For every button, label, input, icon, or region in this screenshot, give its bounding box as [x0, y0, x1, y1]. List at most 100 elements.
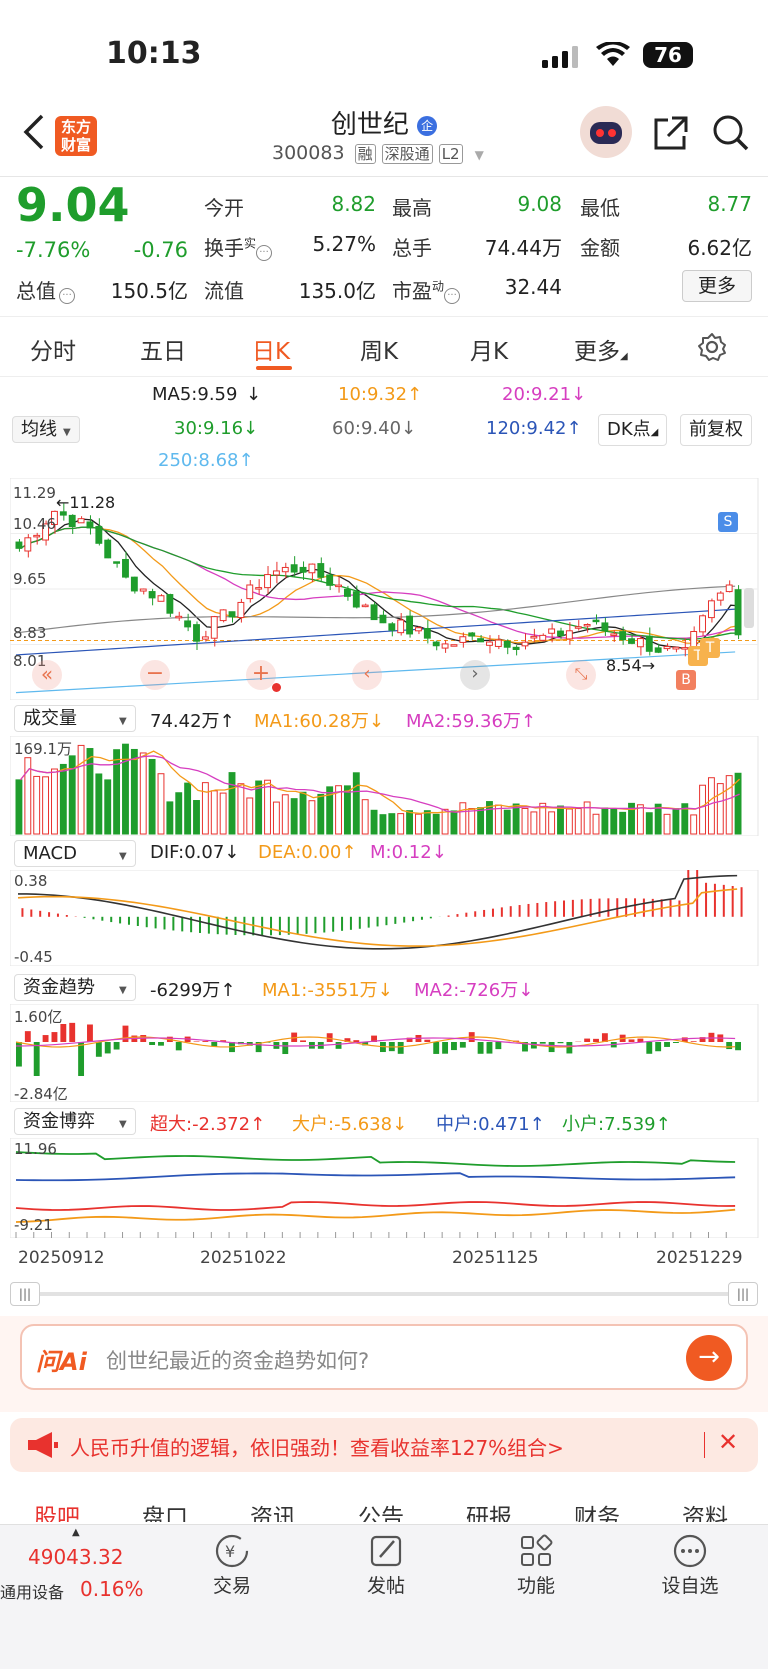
volume-bar — [672, 808, 680, 835]
sub-tab-profile[interactable]: 资料 — [682, 1498, 728, 1522]
nav-functions[interactable]: 功能 — [476, 1531, 596, 1598]
info-icon[interactable]: ··· — [444, 288, 461, 304]
info-icon[interactable]: ··· — [59, 288, 75, 304]
header: 东方 财富 创世纪 企 300083 融 深股通 L2 ▼ — [0, 100, 768, 176]
right-icon[interactable]: › — [460, 660, 490, 690]
volume-bar — [281, 794, 289, 835]
volume-bar — [645, 812, 653, 835]
scroll-handle[interactable] — [744, 588, 754, 628]
fund-bar — [149, 1042, 156, 1045]
banner-divider — [704, 1432, 705, 1458]
sub-tab-research[interactable]: 研报 — [466, 1498, 512, 1522]
tab-daily-k[interactable]: 日K — [252, 332, 290, 366]
turnover-value: 5.27% — [312, 232, 376, 256]
tag-connect: 深股通 — [381, 144, 433, 164]
sub-tab-announcements[interactable]: 公告 — [358, 1498, 404, 1522]
date-axis-2: 20251125 — [452, 1248, 539, 1268]
range-handle-right[interactable]: ||| — [728, 1282, 758, 1306]
volume-bar — [95, 773, 103, 835]
candle-body — [184, 620, 192, 628]
status-time: 10:13 — [106, 36, 202, 71]
tabs-divider — [0, 376, 768, 377]
fund-game-dropdown[interactable]: 资金博弈 ▼ — [14, 1108, 136, 1135]
candle-body — [406, 615, 414, 635]
tab-weekly-k[interactable]: 周K — [360, 332, 398, 366]
zoom-out-icon[interactable]: − — [140, 660, 170, 690]
sub-tab-orderbook[interactable]: 盘口 — [142, 1498, 188, 1522]
pe-label: 市盈动··· — [392, 275, 461, 304]
ma-dropdown[interactable]: 均线 ▼ — [12, 416, 80, 443]
change-value: -0.76 — [133, 238, 188, 262]
candle-body — [201, 636, 209, 640]
more-button[interactable]: 更多 — [682, 270, 752, 302]
volume-bar — [663, 813, 671, 835]
sell-signal-icon[interactable]: S — [718, 512, 738, 532]
fund-trend-dropdown[interactable]: 资金趋势 ▼ — [14, 974, 136, 1001]
candle-body — [175, 615, 183, 619]
nav-add-watchlist[interactable]: 设自选 — [630, 1531, 750, 1598]
fund-bar — [451, 1042, 457, 1051]
sub-tab-forum[interactable]: 股吧 — [34, 1498, 80, 1522]
candle-body — [237, 601, 245, 619]
candle-body — [503, 640, 511, 648]
range-slider[interactable]: ||| ||| — [10, 1280, 758, 1308]
tab-five-day[interactable]: 五日 — [140, 332, 186, 366]
candle-body — [699, 615, 706, 633]
settings-gear-icon[interactable] — [697, 332, 727, 366]
low-price-marker: 8.54→ — [606, 656, 656, 675]
macd-dropdown[interactable]: MACD ▼ — [14, 840, 136, 867]
fullscreen-icon[interactable]: ⤡ — [566, 660, 596, 690]
stock-code-row[interactable]: 300083 融 深股通 L2 ▼ — [272, 142, 484, 164]
volume-bar — [201, 782, 209, 835]
left-icon[interactable]: ‹ — [352, 660, 382, 690]
volume-bar — [308, 800, 316, 835]
macd-ymin: -0.45 — [14, 948, 53, 966]
fund-bar — [424, 1039, 431, 1042]
volume-bar — [423, 810, 431, 835]
index-change: 0.16% — [80, 1577, 144, 1601]
tag-margin: 融 — [354, 144, 376, 164]
ai-submit-arrow-icon[interactable]: → — [686, 1335, 732, 1381]
fund-trend-ymax: 1.60亿 — [14, 1008, 63, 1026]
candle-body — [122, 558, 129, 578]
nav-post[interactable]: 发帖 — [326, 1531, 446, 1598]
close-icon[interactable]: ✕ — [718, 1428, 738, 1456]
tab-more[interactable]: 更多◢ — [574, 332, 628, 366]
sub-tab-financials[interactable]: 财务 — [574, 1498, 620, 1522]
period-tabs: 分时 五日 日K 周K 月K 更多◢ — [0, 318, 768, 374]
robot-avatar-icon[interactable] — [580, 106, 632, 158]
price-adjust-button[interactable]: 前复权 — [680, 414, 752, 446]
kline-ylabel-3: 8.83 — [13, 624, 47, 642]
candle-body — [716, 592, 724, 601]
candle-body — [352, 591, 360, 608]
edit-icon — [326, 1531, 446, 1571]
sub-tab-news[interactable]: 资讯 — [250, 1498, 296, 1522]
index-value[interactable]: 49043.32 — [28, 1545, 123, 1569]
ai-input[interactable]: 问Ai 创世纪最近的资金趋势如何? → — [20, 1324, 748, 1390]
search-icon[interactable] — [712, 114, 750, 156]
fund-game-large: 大户:-5.638↓ — [292, 1114, 408, 1135]
volume-bar — [477, 807, 485, 835]
fund-bar — [158, 1042, 164, 1046]
fund-bar — [664, 1042, 670, 1047]
share-icon[interactable] — [652, 114, 690, 156]
dk-point-button[interactable]: DK点◢ — [598, 414, 668, 446]
buy-signal-icon[interactable]: B — [676, 670, 696, 690]
volume-bar — [530, 811, 538, 835]
info-icon[interactable]: ··· — [256, 245, 273, 261]
nav-trade[interactable]: ¥ 交易 — [172, 1531, 292, 1598]
t-signal-icon[interactable]: T — [700, 638, 720, 658]
volume-dropdown[interactable]: 成交量 ▼ — [14, 705, 136, 732]
fund-bar — [735, 1042, 741, 1051]
tab-intraday[interactable]: 分时 — [30, 332, 76, 366]
promo-banner[interactable]: 人民币升值的逻辑，依旧强劲！查看收益率127%组合> ✕ — [10, 1418, 758, 1472]
double-left-icon[interactable]: « — [32, 660, 62, 690]
fund-bar — [78, 1042, 85, 1076]
range-handle-left[interactable]: ||| — [10, 1282, 40, 1306]
macd-dif: DIF:0.07↓ — [150, 842, 240, 863]
candle-body — [272, 570, 280, 576]
volume-ma1: MA1:60.28万↓ — [254, 711, 384, 732]
fund-trend-ma1: MA1:-3551万↓ — [262, 980, 393, 1001]
tag-l2: L2 — [438, 144, 463, 164]
tab-monthly-k[interactable]: 月K — [470, 332, 508, 366]
